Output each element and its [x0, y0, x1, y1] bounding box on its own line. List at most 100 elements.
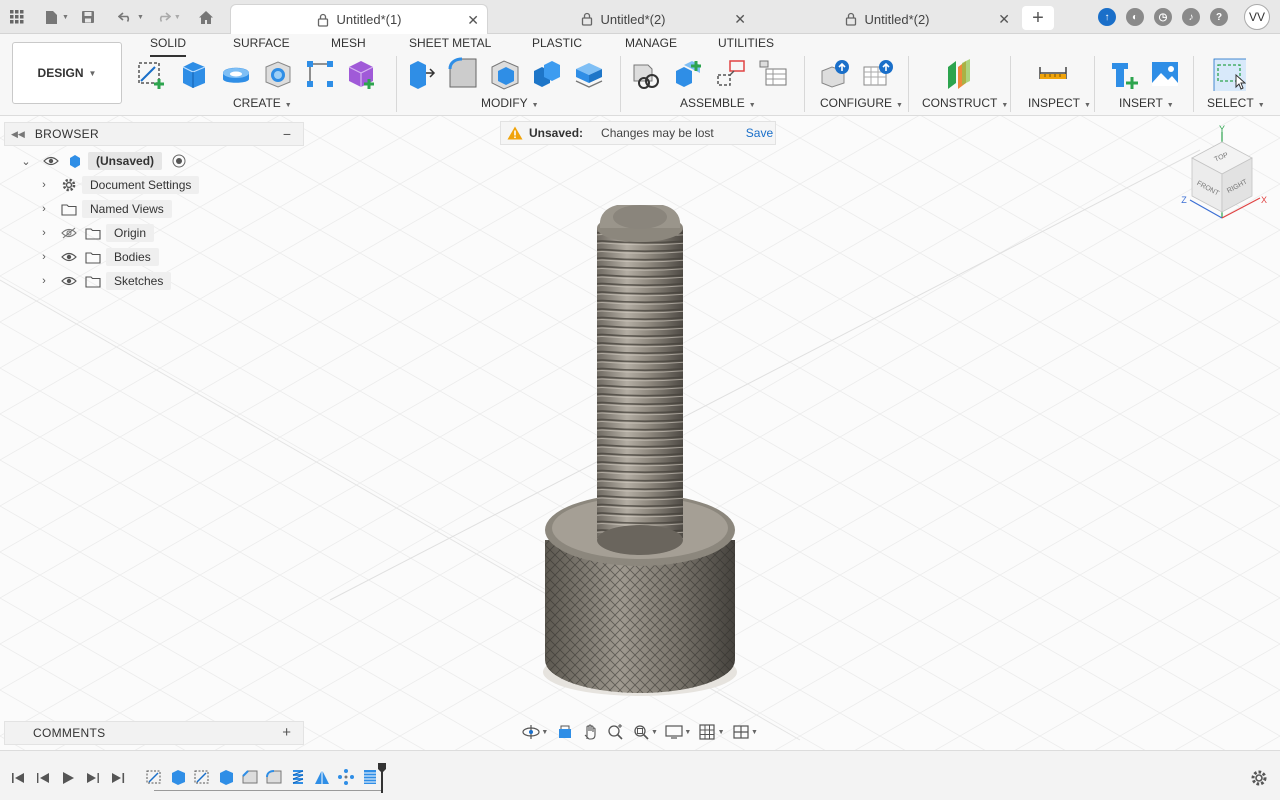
chevron-right-icon[interactable]: ›	[38, 227, 50, 239]
select-icon[interactable]	[1212, 56, 1246, 92]
measure-icon[interactable]	[1036, 56, 1070, 92]
tab-plastic[interactable]: PLASTIC	[532, 36, 582, 50]
timeline-marker[interactable]	[378, 763, 386, 793]
go-to-end-icon[interactable]	[110, 770, 126, 786]
pan-icon[interactable]	[579, 721, 601, 743]
fillet-icon[interactable]	[446, 56, 480, 92]
viewports-caret-icon[interactable]: ▼	[751, 729, 758, 736]
browser-panel-header[interactable]: ◀◀ BROWSER −	[4, 122, 304, 146]
hole-icon[interactable]	[261, 56, 295, 92]
document-tab-2[interactable]: Untitled*(2) ✕	[492, 4, 754, 34]
chevron-right-icon[interactable]: ›	[38, 251, 50, 263]
view-cube[interactable]: TOP FRONT RIGHT Y Z X	[1180, 122, 1270, 222]
joint-icon[interactable]	[672, 56, 706, 92]
job-status-icon[interactable]: ↑	[1098, 8, 1116, 26]
go-to-start-icon[interactable]	[10, 770, 26, 786]
user-avatar[interactable]: VV	[1244, 4, 1270, 30]
eye-hidden-icon[interactable]	[60, 225, 78, 241]
orbit-caret-icon[interactable]: ▼	[541, 729, 548, 736]
create-menu[interactable]: CREATE ▼	[233, 96, 292, 110]
modify-menu[interactable]: MODIFY ▼	[481, 96, 539, 110]
configure-menu[interactable]: CONFIGURE ▼	[820, 96, 903, 110]
save-link[interactable]: Save	[746, 126, 773, 140]
insert-canvas-icon[interactable]	[1148, 56, 1182, 92]
tab-utilities[interactable]: UTILITIES	[718, 36, 774, 50]
configuration-table-icon[interactable]	[860, 56, 894, 92]
timeline-sketch-icon[interactable]	[145, 768, 163, 786]
create-sketch-icon[interactable]	[135, 56, 169, 92]
extensions-icon[interactable]: ◐	[1126, 8, 1144, 26]
create-form-icon[interactable]	[345, 56, 379, 92]
eye-icon[interactable]	[42, 153, 60, 169]
tab-sheet-metal[interactable]: SHEET METAL	[409, 36, 491, 50]
chevron-right-icon[interactable]: ›	[38, 179, 50, 191]
document-tab-3[interactable]: Untitled*(2) ✕	[756, 4, 1018, 34]
as-built-joint-icon[interactable]	[714, 56, 748, 92]
redo-caret-icon[interactable]: ▼	[174, 14, 181, 21]
offset-plane-icon[interactable]	[942, 56, 976, 92]
close-tab-icon[interactable]: ✕	[734, 11, 746, 28]
home-icon[interactable]	[195, 6, 217, 28]
collapse-panel-icon[interactable]: ◀◀	[11, 129, 25, 140]
eye-icon[interactable]	[60, 249, 78, 265]
timeline-thread-icon[interactable]	[361, 768, 379, 786]
close-tab-icon[interactable]: ✕	[467, 12, 479, 29]
browser-item-sketches[interactable]: › Sketches	[38, 271, 172, 291]
browser-item-bodies[interactable]: › Bodies	[38, 247, 159, 267]
activate-component-icon[interactable]	[170, 153, 188, 169]
pattern-icon[interactable]	[303, 56, 337, 92]
insert-derive-icon[interactable]	[1106, 56, 1140, 92]
combine-icon[interactable]	[530, 56, 564, 92]
browser-item-document-settings[interactable]: › Document Settings	[38, 175, 200, 195]
bill-of-materials-icon[interactable]	[756, 56, 790, 92]
extrude-icon[interactable]	[177, 56, 211, 92]
select-menu[interactable]: SELECT ▼	[1207, 96, 1265, 110]
look-at-icon[interactable]	[553, 721, 575, 743]
chevron-right-icon[interactable]: ›	[38, 275, 50, 287]
chevron-right-icon[interactable]: ›	[38, 203, 50, 215]
tab-manage[interactable]: MANAGE	[625, 36, 677, 50]
save-icon[interactable]	[77, 6, 99, 28]
file-menu-icon[interactable]	[40, 6, 62, 28]
minimize-icon[interactable]: −	[283, 126, 291, 142]
step-forward-icon[interactable]	[85, 770, 101, 786]
timeline-fillet-icon[interactable]	[265, 768, 283, 786]
configure-design-icon[interactable]	[818, 56, 852, 92]
canvas-viewport[interactable]: TOP FRONT RIGHT Y Z X	[0, 116, 1280, 750]
timeline-settings-gear-icon[interactable]	[1250, 769, 1268, 787]
timeline-extrude-icon[interactable]	[169, 768, 187, 786]
new-component-icon[interactable]	[630, 56, 664, 92]
revolve-icon[interactable]	[219, 56, 253, 92]
timeline-chamfer-icon[interactable]	[241, 768, 259, 786]
add-comment-icon[interactable]: +	[282, 724, 291, 741]
construct-menu[interactable]: CONSTRUCT ▼	[922, 96, 1008, 110]
fit-icon[interactable]	[630, 721, 652, 743]
shell-icon[interactable]	[488, 56, 522, 92]
grid-settings-caret-icon[interactable]: ▼	[718, 729, 725, 736]
timeline-coil-icon[interactable]	[289, 768, 307, 786]
clock-icon[interactable]: ◷	[1154, 8, 1172, 26]
viewports-icon[interactable]	[730, 721, 752, 743]
press-pull-icon[interactable]	[404, 56, 438, 92]
orbit-icon[interactable]	[520, 721, 542, 743]
step-back-icon[interactable]	[35, 770, 51, 786]
document-tab-1[interactable]: Untitled*(1) ✕	[230, 4, 488, 34]
browser-item-root[interactable]: ⌄ (Unsaved)	[20, 151, 188, 171]
close-tab-icon[interactable]: ✕	[998, 11, 1010, 28]
offset-face-icon[interactable]	[572, 56, 606, 92]
zoom-icon[interactable]	[604, 721, 626, 743]
comments-panel-header[interactable]: COMMENTS +	[4, 721, 304, 745]
display-settings-caret-icon[interactable]: ▼	[684, 729, 691, 736]
assemble-menu[interactable]: ASSEMBLE ▼	[680, 96, 756, 110]
app-grid-icon[interactable]	[6, 6, 28, 28]
timeline-extrude-icon[interactable]	[217, 768, 235, 786]
browser-item-origin[interactable]: › Origin	[38, 223, 155, 243]
help-icon[interactable]: ?	[1210, 8, 1228, 26]
undo-icon[interactable]	[115, 6, 137, 28]
notifications-icon[interactable]: ♪	[1182, 8, 1200, 26]
inspect-menu[interactable]: INSPECT ▼	[1028, 96, 1091, 110]
new-tab-button[interactable]: +	[1022, 6, 1054, 30]
timeline-draft-icon[interactable]	[313, 768, 331, 786]
tab-mesh[interactable]: MESH	[331, 36, 366, 50]
tab-solid[interactable]: SOLID	[150, 36, 187, 57]
